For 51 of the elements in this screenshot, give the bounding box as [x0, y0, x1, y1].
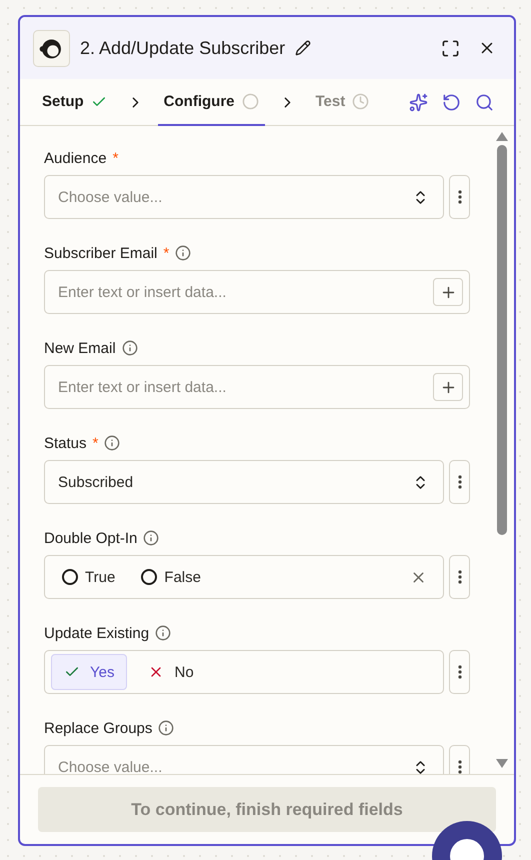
- field-label: New Email: [44, 340, 116, 356]
- step-tab[interactable]: Setup: [36, 79, 113, 126]
- radio-option[interactable]: True: [58, 568, 130, 586]
- scroll-up-icon[interactable]: [496, 132, 508, 141]
- more-button[interactable]: [449, 555, 470, 599]
- placeholder-text: Choose value...: [58, 188, 164, 206]
- more-button[interactable]: [449, 650, 470, 694]
- step-title: 2. Add/Update Subscriber: [80, 38, 286, 58]
- more-icon: [458, 475, 462, 489]
- placeholder-text: Enter text or insert data...: [58, 284, 228, 300]
- field-label: Status: [44, 434, 87, 452]
- app-logo: [33, 30, 70, 66]
- info-icon[interactable]: [155, 625, 172, 641]
- edit-icon[interactable]: [295, 40, 312, 56]
- step-tab[interactable]: Configure: [158, 79, 264, 126]
- info-icon[interactable]: [104, 435, 120, 451]
- clock-icon: [352, 93, 370, 110]
- field-label: Replace Groups: [44, 720, 152, 736]
- placeholder-text: Choose value...: [58, 758, 164, 774]
- more-icon: [458, 665, 462, 679]
- select-field[interactable]: Choose value...: [44, 175, 444, 219]
- info-icon[interactable]: [175, 245, 192, 261]
- scroll-down-icon[interactable]: [496, 759, 508, 768]
- field-label: Double Opt-In: [44, 530, 138, 546]
- required-mark: *: [112, 150, 118, 166]
- choice-option[interactable]: No: [135, 654, 207, 690]
- insert-button[interactable]: [433, 278, 463, 306]
- info-icon[interactable]: [122, 340, 138, 356]
- info-icon[interactable]: [143, 530, 160, 546]
- field-label: Subscriber Email: [44, 244, 158, 262]
- field-label: Update Existing: [44, 624, 150, 642]
- more-icon: [458, 570, 462, 584]
- placeholder-text: Enter text or insert data...: [58, 378, 228, 396]
- field-label: Audience: [44, 150, 107, 166]
- select-field[interactable]: Choose value...: [44, 745, 444, 774]
- choice-option[interactable]: Yes: [51, 654, 128, 690]
- radio-option[interactable]: False: [137, 568, 215, 586]
- select-field[interactable]: Subscribed: [44, 460, 444, 504]
- more-icon: [458, 760, 462, 774]
- scrollbar-thumb[interactable]: [497, 145, 507, 535]
- more-button[interactable]: [449, 175, 470, 219]
- required-mark: *: [92, 434, 98, 452]
- more-icon: [458, 190, 462, 204]
- expand-icon: [441, 38, 460, 58]
- required-mark: *: [163, 244, 170, 262]
- input-field[interactable]: Enter text or insert data...: [44, 365, 470, 409]
- input-field[interactable]: Enter text or insert data...: [44, 270, 470, 314]
- insert-button[interactable]: [433, 373, 463, 401]
- info-icon[interactable]: [158, 720, 174, 736]
- more-button[interactable]: [449, 460, 470, 504]
- select-value: Subscribed: [58, 474, 134, 490]
